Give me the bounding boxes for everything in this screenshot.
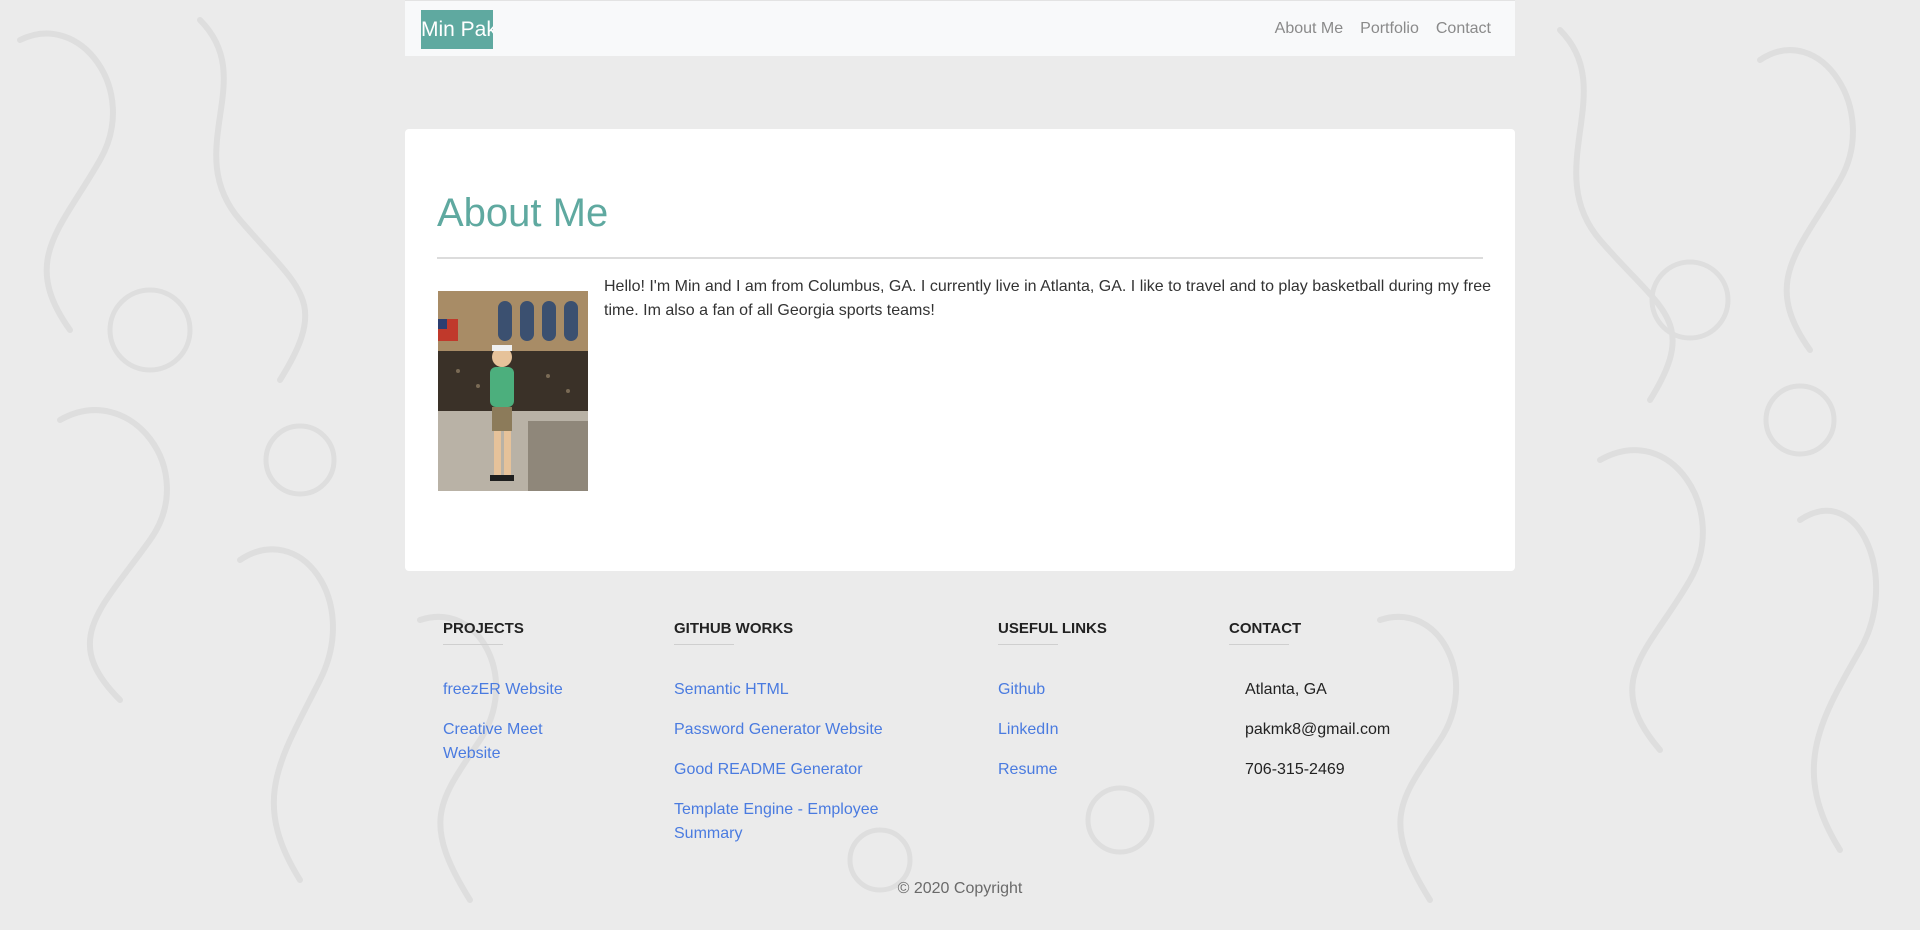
link-freezer-website[interactable]: freezER Website: [443, 681, 563, 698]
projects-divider: [443, 644, 503, 645]
contact-email: pakmk8@gmail.com: [1245, 721, 1391, 738]
brand-logo[interactable]: Min Pak: [421, 10, 493, 49]
copyright: © 2020 Copyright: [897, 880, 1023, 897]
nav-link-contact[interactable]: Contact: [1436, 20, 1491, 38]
github-works-divider: [674, 644, 734, 645]
footer-contact: CONTACT Atlanta, GA pakmk8@gmail.com 706…: [1229, 620, 1390, 778]
nav-link-portfolio[interactable]: Portfolio: [1360, 20, 1419, 38]
contact-heading: CONTACT: [1229, 620, 1302, 637]
link-template-engine[interactable]: Template Engine - Employee Summary: [674, 801, 879, 842]
title-divider: [437, 257, 1483, 259]
link-github[interactable]: Github: [998, 681, 1045, 698]
projects-heading: PROJECTS: [443, 620, 524, 637]
page-title: About Me: [437, 191, 609, 235]
github-works-heading: GITHUB WORKS: [674, 620, 794, 637]
contact-divider: [1229, 644, 1289, 645]
nav-links: About Me Portfolio Contact: [1258, 1, 1491, 57]
about-card: About Me Hello! I'm Min and I am from Co…: [405, 129, 1515, 571]
link-linkedin[interactable]: LinkedIn: [998, 721, 1059, 738]
useful-links-divider: [998, 644, 1058, 645]
footer-useful-links: USEFUL LINKS Github LinkedIn Resume: [998, 620, 1107, 778]
footer-github-works: GITHUB WORKS Semantic HTML Password Gene…: [674, 620, 883, 842]
link-password-generator[interactable]: Password Generator Website: [674, 721, 883, 738]
useful-links-heading: USEFUL LINKS: [998, 620, 1107, 637]
navbar: Min Pak About Me Portfolio Contact: [405, 0, 1515, 56]
link-creative-meet-website[interactable]: Creative Meet Website: [443, 721, 543, 762]
profile-photo: [438, 291, 588, 491]
link-semantic-html[interactable]: Semantic HTML: [674, 681, 789, 698]
contact-location: Atlanta, GA: [1245, 681, 1327, 698]
link-good-readme-generator[interactable]: Good README Generator: [674, 761, 863, 778]
link-resume[interactable]: Resume: [998, 761, 1058, 778]
nav-link-about-me[interactable]: About Me: [1275, 20, 1343, 38]
contact-phone: 706-315-2469: [1245, 761, 1345, 778]
bio-text: Hello! I'm Min and I am from Columbus, G…: [604, 278, 1491, 319]
footer-projects: PROJECTS freezER Website Creative Meet W…: [443, 620, 563, 762]
